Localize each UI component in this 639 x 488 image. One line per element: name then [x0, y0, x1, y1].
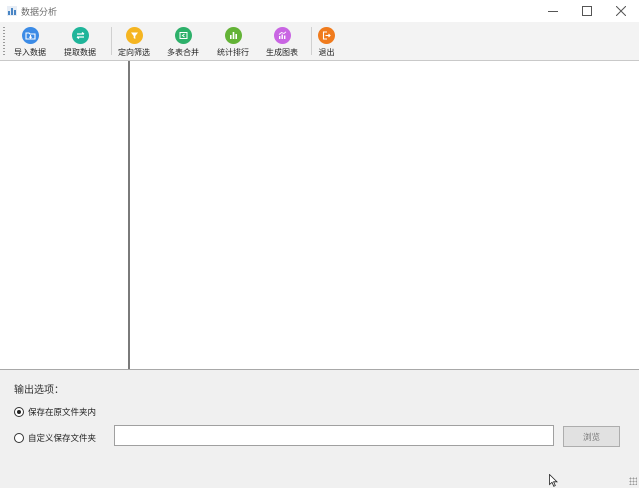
minimize-button[interactable] [536, 0, 570, 22]
extract-data-label: 提取数据 [64, 48, 96, 57]
directional-filter-label: 定向筛选 [118, 48, 150, 57]
import-folder-icon [21, 27, 39, 44]
mouse-cursor-icon [549, 474, 558, 487]
resize-grip[interactable] [629, 477, 637, 485]
custom-folder-label: 自定义保存文件夹 [28, 434, 97, 444]
save-original-label: 保存在原文件夹内 [28, 408, 97, 418]
maximize-icon [582, 6, 592, 16]
custom-folder-option[interactable]: 自定义保存文件夹 [14, 432, 96, 444]
extract-data-button[interactable]: 提取数据 [64, 25, 96, 58]
minimize-icon [548, 11, 558, 12]
toolbar-separator [311, 27, 312, 55]
save-original-folder-option[interactable]: 保存在原文件夹内 [14, 406, 96, 418]
funnel-filter-icon [125, 27, 143, 44]
title-bar: 数据分析 [0, 0, 639, 22]
custom-folder-path-input[interactable] [114, 425, 554, 446]
custom-folder-radio[interactable] [14, 433, 24, 443]
generate-chart-label: 生成图表 [266, 48, 298, 57]
merge-tables-label: 多表合并 [167, 48, 199, 57]
extract-swap-icon [71, 27, 89, 44]
bar-chart-icon [7, 6, 17, 16]
browse-button[interactable]: 浏览 [563, 426, 620, 447]
maximize-button[interactable] [570, 0, 604, 22]
directional-filter-button[interactable]: 定向筛选 [118, 25, 150, 58]
save-original-radio[interactable] [14, 407, 24, 417]
exit-label: 退出 [318, 48, 335, 57]
close-icon [616, 6, 626, 16]
generate-chart-button[interactable]: 生成图表 [266, 25, 298, 58]
toolbar: 导入数据 提取数据 定向筛选 多表合并 统计排行 生成图表 退出 [0, 22, 639, 61]
left-tree-pane[interactable] [0, 61, 128, 369]
merge-tables-button[interactable]: 多表合并 [167, 25, 199, 58]
stats-ranking-label: 统计排行 [217, 48, 249, 57]
output-options-label: 输出选项： [14, 385, 64, 396]
stats-ranking-button[interactable]: 统计排行 [217, 25, 249, 58]
toolbar-separator [111, 27, 112, 55]
window-title: 数据分析 [21, 8, 58, 18]
exit-button[interactable]: 退出 [318, 25, 335, 58]
close-button[interactable] [604, 0, 638, 22]
output-options-panel: 输出选项： 保存在原文件夹内 自定义保存文件夹 浏览 [0, 369, 639, 488]
chart-generate-icon [273, 27, 291, 44]
exit-door-icon [318, 27, 335, 44]
merge-tables-icon [174, 27, 192, 44]
import-data-button[interactable]: 导入数据 [14, 25, 46, 58]
import-data-label: 导入数据 [14, 48, 46, 57]
main-content-pane[interactable] [130, 61, 639, 369]
bar-stats-icon [224, 27, 242, 44]
toolbar-grip[interactable] [3, 27, 5, 55]
